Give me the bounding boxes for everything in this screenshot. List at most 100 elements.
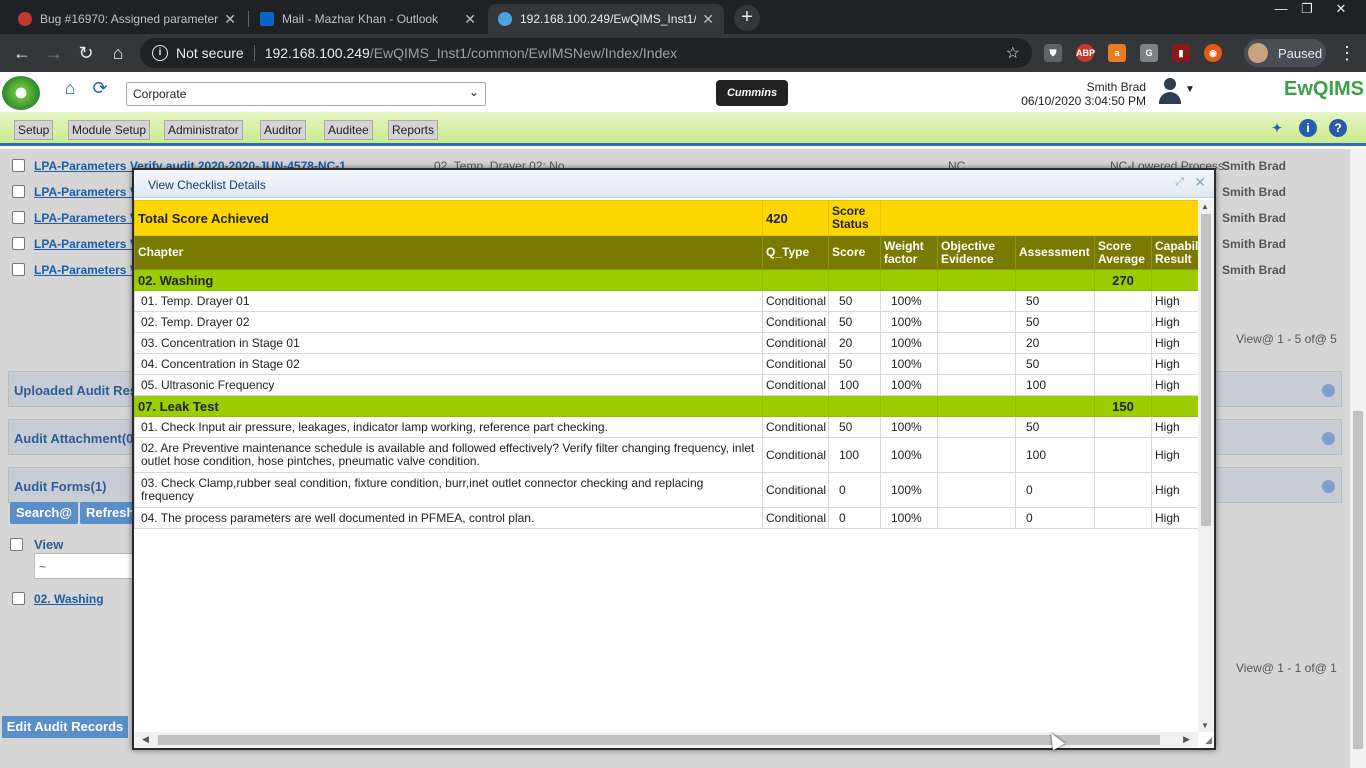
menu-setup[interactable]: Setup (14, 120, 54, 140)
question-row: 02. Temp. Drayer 02 Conditional 50 100% 50 Hi… (134, 311, 1200, 333)
app-logo-icon[interactable] (2, 76, 40, 110)
scroll-thumb[interactable] (1353, 411, 1363, 749)
scroll-thumb[interactable] (1201, 214, 1211, 526)
bookmark-star-icon[interactable]: ☆ (1006, 43, 1020, 63)
extension-a-icon[interactable]: a (1108, 44, 1126, 62)
extension-g-icon[interactable]: G (1140, 44, 1158, 62)
restore-icon[interactable]: ❐ (1292, 0, 1322, 20)
question-weight: 100% (880, 332, 938, 354)
close-icon[interactable]: ✕ (464, 11, 476, 28)
audit-link[interactable]: LPA-Parameters V (34, 237, 138, 251)
search-button[interactable]: Search@ (10, 502, 79, 524)
tab-bug-tracker[interactable]: Bug #16970: Assigned parameter ✕ (8, 4, 246, 34)
dialog-horizontal-scrollbar[interactable]: ◀ ▶ (134, 732, 1198, 748)
browser-menu-icon[interactable]: ⋮ (1338, 43, 1356, 64)
forward-icon[interactable]: → (42, 41, 66, 65)
audit-link[interactable]: LPA-Parameters V (34, 211, 138, 225)
select-all-checkbox[interactable] (10, 538, 23, 551)
tab-ewqims[interactable]: 192.168.100.249/EwQIMS_Inst1/c ✕ (488, 4, 724, 34)
row-checkbox[interactable] (12, 159, 25, 172)
row-checkbox[interactable] (12, 237, 25, 250)
score-status-value (879, 200, 1200, 236)
objective-evidence (937, 507, 1016, 529)
window-close-icon[interactable]: ✕ (1326, 0, 1356, 20)
checklist-table: Total Score Achieved 420 Score Status Ch… (134, 200, 1200, 529)
question-type: Conditional (762, 437, 829, 473)
capability-result: High (1150, 507, 1200, 529)
assessment-value: 100 (1015, 437, 1095, 473)
col-objective-evidence: Objective Evidence (937, 235, 1016, 270)
scroll-up-icon[interactable]: ▲ (1201, 202, 1209, 211)
back-icon[interactable]: ← (10, 41, 34, 65)
tab-separator (248, 11, 249, 27)
question-score: 0 (828, 472, 881, 508)
col-weight-factor: Weight factor (880, 235, 938, 270)
scroll-left-icon[interactable]: ◀ (142, 734, 149, 745)
close-icon[interactable]: ✕ (1194, 174, 1206, 191)
chapter-score-average: 270 (1094, 269, 1152, 291)
dialog-header: View Checklist Details ⤢ ✕ (134, 170, 1214, 198)
row-checkbox[interactable] (12, 263, 25, 276)
pin-icon[interactable]: ✦ (1268, 119, 1286, 137)
menu-module-setup[interactable]: Module Setup (68, 120, 151, 140)
question-text: 02. Are Preventive maintenance schedule … (134, 437, 763, 473)
new-tab-button[interactable]: + (734, 5, 760, 31)
score-average-cell (1094, 311, 1152, 333)
address-bar[interactable]: i Not secure 192.168.100.249/EwQIMS_Inst… (140, 38, 1032, 68)
home-icon[interactable]: ⌂ (58, 78, 82, 102)
tab-outlook[interactable]: Mail - Mazhar Khan - Outlook ✕ (250, 4, 486, 34)
view-column-header[interactable]: View (34, 537, 63, 552)
reload-icon[interactable]: ↻ (74, 41, 98, 65)
home-icon[interactable]: ⌂ (106, 41, 130, 65)
empty-cell (937, 395, 1016, 417)
dialog-vertical-scrollbar[interactable]: ▲ ▼ (1198, 200, 1214, 732)
scroll-down-icon[interactable]: ▼ (1201, 721, 1209, 730)
close-icon[interactable]: ✕ (702, 11, 714, 28)
row-checkbox[interactable] (12, 211, 25, 224)
question-weight: 100% (880, 374, 938, 396)
adblock-icon[interactable]: ABP (1076, 44, 1095, 62)
tab-title: Mail - Mazhar Khan - Outlook (282, 12, 439, 26)
capability-result: High (1150, 332, 1200, 354)
collapse-icon[interactable] (1322, 480, 1335, 493)
collapse-icon[interactable] (1322, 384, 1335, 397)
resize-handle-icon[interactable]: ◢ (1205, 735, 1212, 746)
main-menu: Setup Module Setup Administrator Auditor… (0, 112, 1366, 146)
extension-fox-icon[interactable]: ◉ (1204, 44, 1222, 62)
close-icon[interactable]: ✕ (224, 11, 236, 28)
menu-auditor[interactable]: Auditor (260, 120, 307, 140)
question-type: Conditional (762, 332, 829, 354)
organization-select[interactable]: Corporate ⌄ (126, 82, 486, 106)
row-checkbox[interactable] (12, 185, 25, 198)
scroll-right-icon[interactable]: ▶ (1183, 734, 1190, 745)
chevron-down-icon[interactable]: ▼ (1185, 84, 1195, 95)
page-scrollbar[interactable] (1350, 149, 1366, 768)
extension-shield-icon[interactable]: ⛊ (1044, 44, 1062, 62)
profile-button[interactable]: Paused (1244, 39, 1326, 67)
question-text: 03. Check Clamp,rubber seal condition, f… (134, 472, 763, 508)
menu-reports[interactable]: Reports (388, 120, 439, 140)
edit-audit-records-button[interactable]: Edit Audit Records (2, 716, 128, 738)
form-link[interactable]: 02. Washing (34, 592, 104, 606)
objective-evidence (937, 416, 1016, 438)
menu-administrator[interactable]: Administrator (164, 120, 243, 140)
info-icon[interactable]: i (1299, 119, 1317, 137)
audit-link[interactable]: LPA-Parameters V (34, 185, 138, 199)
collapse-icon[interactable] (1322, 432, 1335, 445)
profile-status: Paused (1278, 45, 1323, 61)
view-filter-input[interactable]: ~ (34, 553, 134, 579)
menu-auditee[interactable]: Auditee (324, 120, 373, 140)
user-avatar-icon[interactable] (1158, 78, 1182, 106)
chapter-row: 07. Leak Test 150 (134, 395, 1200, 417)
question-type: Conditional (762, 311, 829, 333)
capability-result: High (1150, 416, 1200, 438)
refresh-icon[interactable]: ⟳ (88, 78, 112, 102)
audit-link[interactable]: LPA-Parameters V (34, 263, 138, 277)
expand-icon[interactable]: ⤢ (1175, 176, 1184, 189)
scroll-thumb[interactable] (158, 735, 1160, 745)
pdf-icon[interactable]: ▮ (1172, 44, 1190, 62)
row-checkbox[interactable] (12, 592, 25, 605)
info-icon[interactable]: i (152, 45, 168, 61)
help-icon[interactable]: ? (1329, 119, 1347, 137)
question-text: 01. Temp. Drayer 01 (134, 290, 763, 312)
